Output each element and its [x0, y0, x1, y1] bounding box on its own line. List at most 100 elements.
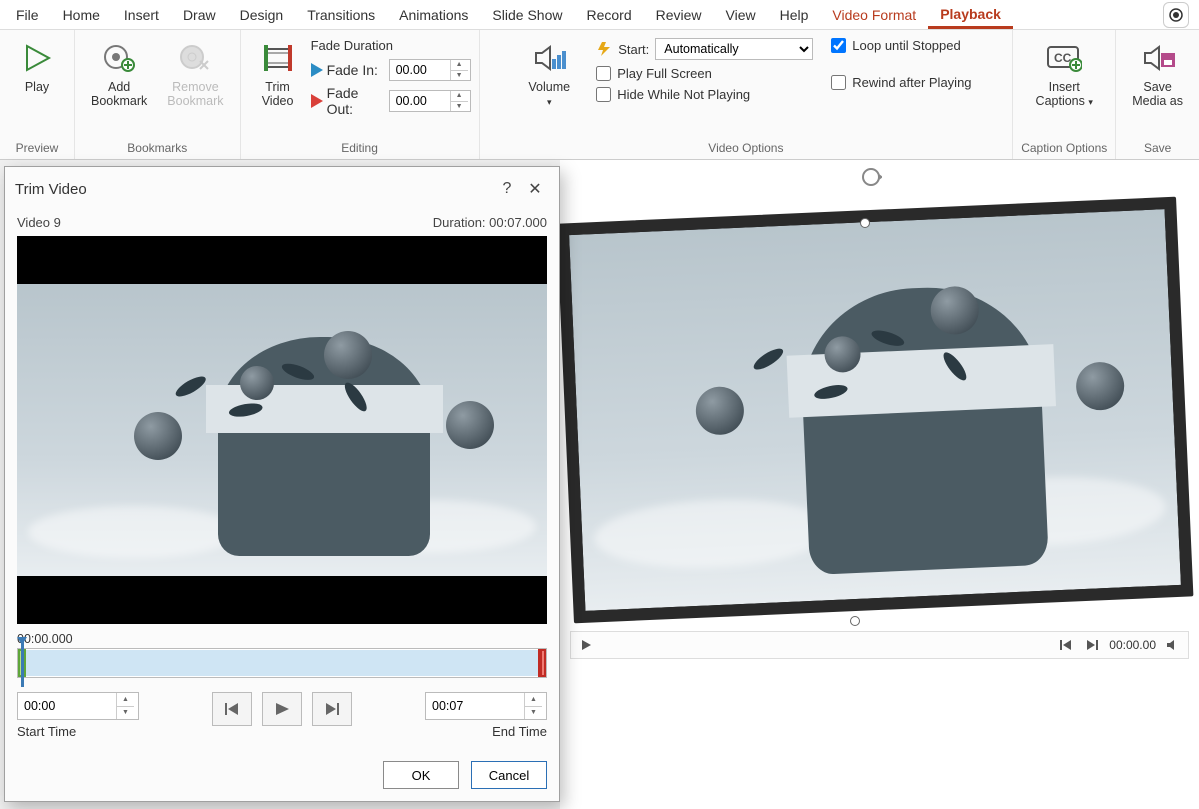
- selection-handle[interactable]: [850, 616, 860, 626]
- save-media-label: Save Media as: [1132, 80, 1183, 109]
- start-time-spinner[interactable]: ▲▼: [17, 692, 139, 720]
- recording-indicator-button[interactable]: [1163, 2, 1189, 28]
- menu-design[interactable]: Design: [228, 3, 296, 27]
- play-button[interactable]: Play: [8, 36, 66, 98]
- menu-slide-show[interactable]: Slide Show: [480, 3, 574, 27]
- video-still-image: [569, 209, 1181, 611]
- fade-in-down[interactable]: ▼: [451, 71, 468, 81]
- fade-out-spinner[interactable]: ▲▼: [389, 90, 471, 112]
- slide-step-fwd-button[interactable]: [1083, 636, 1101, 654]
- fade-in-up[interactable]: ▲: [451, 60, 468, 71]
- volume-button[interactable]: Volume▾: [520, 36, 578, 113]
- rewind-checkbox[interactable]: [831, 75, 846, 90]
- group-bookmarks: Add Bookmark Remove Bookmark Bookmarks: [75, 30, 241, 159]
- volume-label: Volume▾: [528, 80, 570, 109]
- save-media-button[interactable]: Save Media as: [1124, 36, 1191, 113]
- chevron-down-icon: ▾: [1088, 97, 1093, 107]
- menu-record[interactable]: Record: [574, 3, 643, 27]
- loop-label: Loop until Stopped: [852, 38, 960, 53]
- ok-button[interactable]: OK: [383, 761, 459, 789]
- slide-video-object[interactable]: [560, 197, 1193, 624]
- group-editing-label: Editing: [341, 139, 378, 157]
- play-label: Play: [25, 80, 49, 94]
- dialog-help-button[interactable]: ?: [493, 175, 521, 203]
- fade-in-input[interactable]: [390, 60, 450, 80]
- menu-draw[interactable]: Draw: [171, 3, 228, 27]
- menu-video-format[interactable]: Video Format: [820, 3, 928, 27]
- menu-animations[interactable]: Animations: [387, 3, 480, 27]
- volume-icon: [531, 40, 567, 76]
- dialog-prev-frame-button[interactable]: [212, 692, 252, 726]
- dialog-title: Trim Video: [15, 181, 493, 198]
- group-bookmarks-label: Bookmarks: [127, 139, 187, 157]
- group-preview: Play Preview: [0, 30, 75, 159]
- menu-insert[interactable]: Insert: [112, 3, 171, 27]
- slide-mute-button[interactable]: [1164, 636, 1182, 654]
- dialog-duration: Duration: 00:07.000: [433, 215, 547, 230]
- dialog-playhead-time: 00:00.000: [17, 632, 547, 646]
- loop-checkbox[interactable]: [831, 38, 846, 53]
- group-video-options: Volume▾ Start: Automatically Play Full S…: [480, 30, 1014, 159]
- bookmark-remove-icon: [177, 40, 213, 76]
- menu-transitions[interactable]: Transitions: [295, 3, 387, 27]
- group-captions-label: Caption Options: [1021, 139, 1107, 157]
- end-time-up[interactable]: ▲: [525, 693, 542, 707]
- start-time-input[interactable]: [18, 693, 116, 719]
- dialog-next-frame-button[interactable]: [312, 692, 352, 726]
- end-time-input[interactable]: [426, 693, 524, 719]
- menu-file[interactable]: File: [4, 3, 51, 27]
- start-time-label: Start Time: [17, 724, 139, 739]
- fade-out-up[interactable]: ▲: [451, 91, 468, 102]
- group-save-label: Save: [1144, 139, 1171, 157]
- start-select[interactable]: Automatically: [655, 38, 813, 60]
- menu-home[interactable]: Home: [51, 3, 112, 27]
- dialog-play-button[interactable]: [262, 692, 302, 726]
- trim-playhead[interactable]: [21, 641, 24, 687]
- remove-bookmark-button: Remove Bookmark: [159, 36, 231, 113]
- rewind-label: Rewind after Playing: [852, 75, 971, 90]
- lightning-icon: [596, 41, 612, 57]
- end-time-spinner[interactable]: ▲▼: [425, 692, 547, 720]
- fade-out-down[interactable]: ▼: [451, 102, 468, 112]
- dialog-close-button[interactable]: ✕: [521, 175, 549, 203]
- start-time-down[interactable]: ▼: [117, 707, 134, 720]
- play-full-label: Play Full Screen: [617, 66, 712, 81]
- trim-video-button[interactable]: Trim Video: [249, 36, 307, 113]
- dialog-video-name: Video 9: [17, 215, 61, 230]
- add-bookmark-button[interactable]: Add Bookmark: [83, 36, 155, 113]
- menu-view[interactable]: View: [714, 3, 768, 27]
- fade-duration-title: Fade Duration: [311, 38, 471, 55]
- slide-video-playbar: 00:00.00: [570, 631, 1189, 659]
- slide-canvas[interactable]: 00:00.00: [560, 160, 1199, 809]
- play-icon: [19, 40, 55, 76]
- trim-end-handle[interactable]: [538, 649, 546, 677]
- trim-icon: [260, 40, 296, 76]
- rotate-handle[interactable]: [860, 166, 882, 188]
- fade-in-spinner[interactable]: ▲▼: [389, 59, 471, 81]
- svg-text:CC: CC: [1054, 51, 1072, 65]
- insert-captions-button[interactable]: CC Insert Captions ▾: [1028, 36, 1101, 113]
- slide-play-button[interactable]: [577, 636, 595, 654]
- hide-label: Hide While Not Playing: [617, 87, 750, 102]
- group-editing: Trim Video Fade Duration Fade In: ▲▼ Fad…: [241, 30, 480, 159]
- selection-handle[interactable]: [860, 218, 870, 228]
- fade-out-input[interactable]: [390, 91, 450, 111]
- remove-bookmark-label: Remove Bookmark: [167, 80, 223, 109]
- slide-step-back-button[interactable]: [1057, 636, 1075, 654]
- group-preview-label: Preview: [16, 139, 59, 157]
- chevron-down-icon: ▾: [547, 97, 552, 107]
- group-video-options-label: Video Options: [708, 139, 783, 157]
- hide-while-not-playing-checkbox[interactable]: [596, 87, 611, 102]
- end-time-down[interactable]: ▼: [525, 707, 542, 720]
- trim-video-dialog: Trim Video ? ✕ Video 9 Duration: 00:07.0…: [4, 166, 560, 802]
- end-time-label: End Time: [492, 724, 547, 739]
- start-time-up[interactable]: ▲: [117, 693, 134, 707]
- menu-help[interactable]: Help: [768, 3, 821, 27]
- cancel-button[interactable]: Cancel: [471, 761, 547, 789]
- trim-video-label: Trim Video: [262, 80, 294, 109]
- bookmark-add-icon: [101, 40, 137, 76]
- menu-review[interactable]: Review: [644, 3, 714, 27]
- dialog-timeline[interactable]: [17, 648, 547, 678]
- play-full-screen-checkbox[interactable]: [596, 66, 611, 81]
- menu-playback[interactable]: Playback: [928, 2, 1013, 29]
